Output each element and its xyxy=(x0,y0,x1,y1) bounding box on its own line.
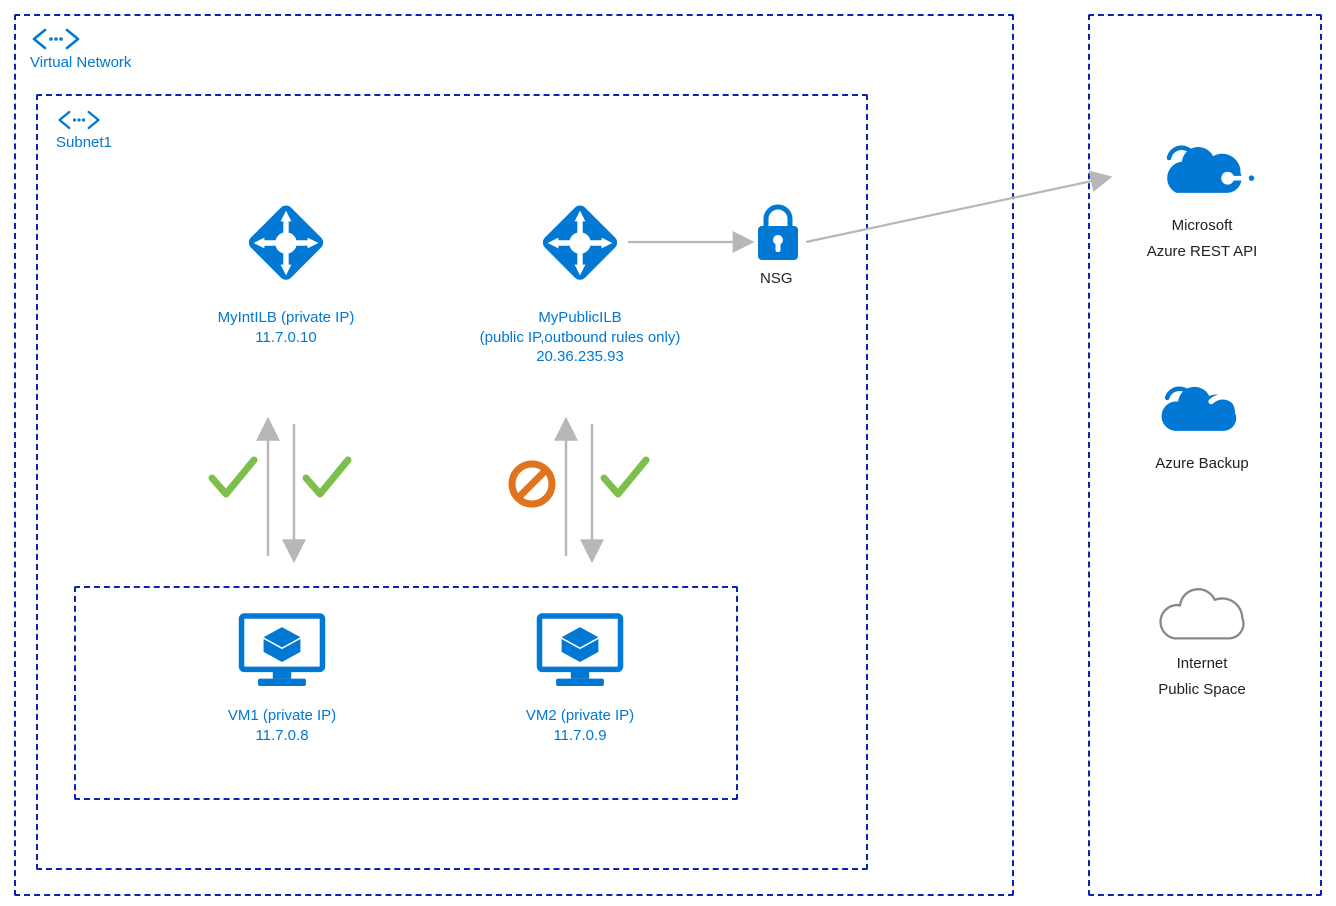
rest-api-label2: Azure REST API xyxy=(1112,242,1292,262)
virtual-network-label: Virtual Network xyxy=(30,26,131,71)
internet-label1: Internet xyxy=(1112,654,1292,674)
rest-api-label1: Microsoft xyxy=(1112,216,1292,236)
vm-icon xyxy=(534,612,626,690)
subnet-label: Subnet1 xyxy=(56,108,112,151)
virtual-network-text: Virtual Network xyxy=(30,54,131,71)
load-balancer-icon xyxy=(535,198,625,288)
public-ilb: MyPublicILB (public IP,outbound rules on… xyxy=(460,198,700,367)
vm2-ip: 11.7.0.9 xyxy=(490,726,670,746)
vm2: VM2 (private IP) 11.7.0.9 xyxy=(490,612,670,745)
vm-icon xyxy=(236,612,328,690)
internet-public-space: Internet Public Space xyxy=(1112,574,1292,699)
load-balancer-icon xyxy=(241,198,331,288)
public-ilb-ip: 20.36.235.93 xyxy=(460,347,700,367)
vnet-icon xyxy=(30,26,82,52)
azure-rest-api: Microsoft Azure REST API xyxy=(1112,132,1292,261)
nsg-lock xyxy=(754,204,802,268)
internal-ilb: MyIntILB (private IP) 11.7.0.10 xyxy=(196,198,376,347)
cloud-backup-icon xyxy=(1147,370,1257,444)
subnet-text: Subnet1 xyxy=(56,134,112,151)
backup-label: Azure Backup xyxy=(1112,454,1292,474)
vm1: VM1 (private IP) 11.7.0.8 xyxy=(192,612,372,745)
subnet-icon xyxy=(56,108,102,132)
vm1-ip: 11.7.0.8 xyxy=(192,726,372,746)
internal-ilb-name: MyIntILB (private IP) xyxy=(196,308,376,328)
public-ilb-name: MyPublicILB xyxy=(460,308,700,328)
lock-icon xyxy=(754,204,802,264)
internet-label2: Public Space xyxy=(1112,680,1292,700)
vm2-name: VM2 (private IP) xyxy=(490,706,670,726)
cloud-api-icon xyxy=(1147,132,1257,206)
public-ilb-detail: (public IP,outbound rules only) xyxy=(460,328,700,348)
internal-ilb-ip: 11.7.0.10 xyxy=(196,328,376,348)
azure-backup: Azure Backup xyxy=(1112,370,1292,474)
nsg-label: NSG xyxy=(760,270,793,287)
diagram-canvas: Virtual Network Subnet1 MyIntILB (privat… xyxy=(0,0,1336,906)
cloud-icon xyxy=(1147,574,1257,644)
vm1-name: VM1 (private IP) xyxy=(192,706,372,726)
